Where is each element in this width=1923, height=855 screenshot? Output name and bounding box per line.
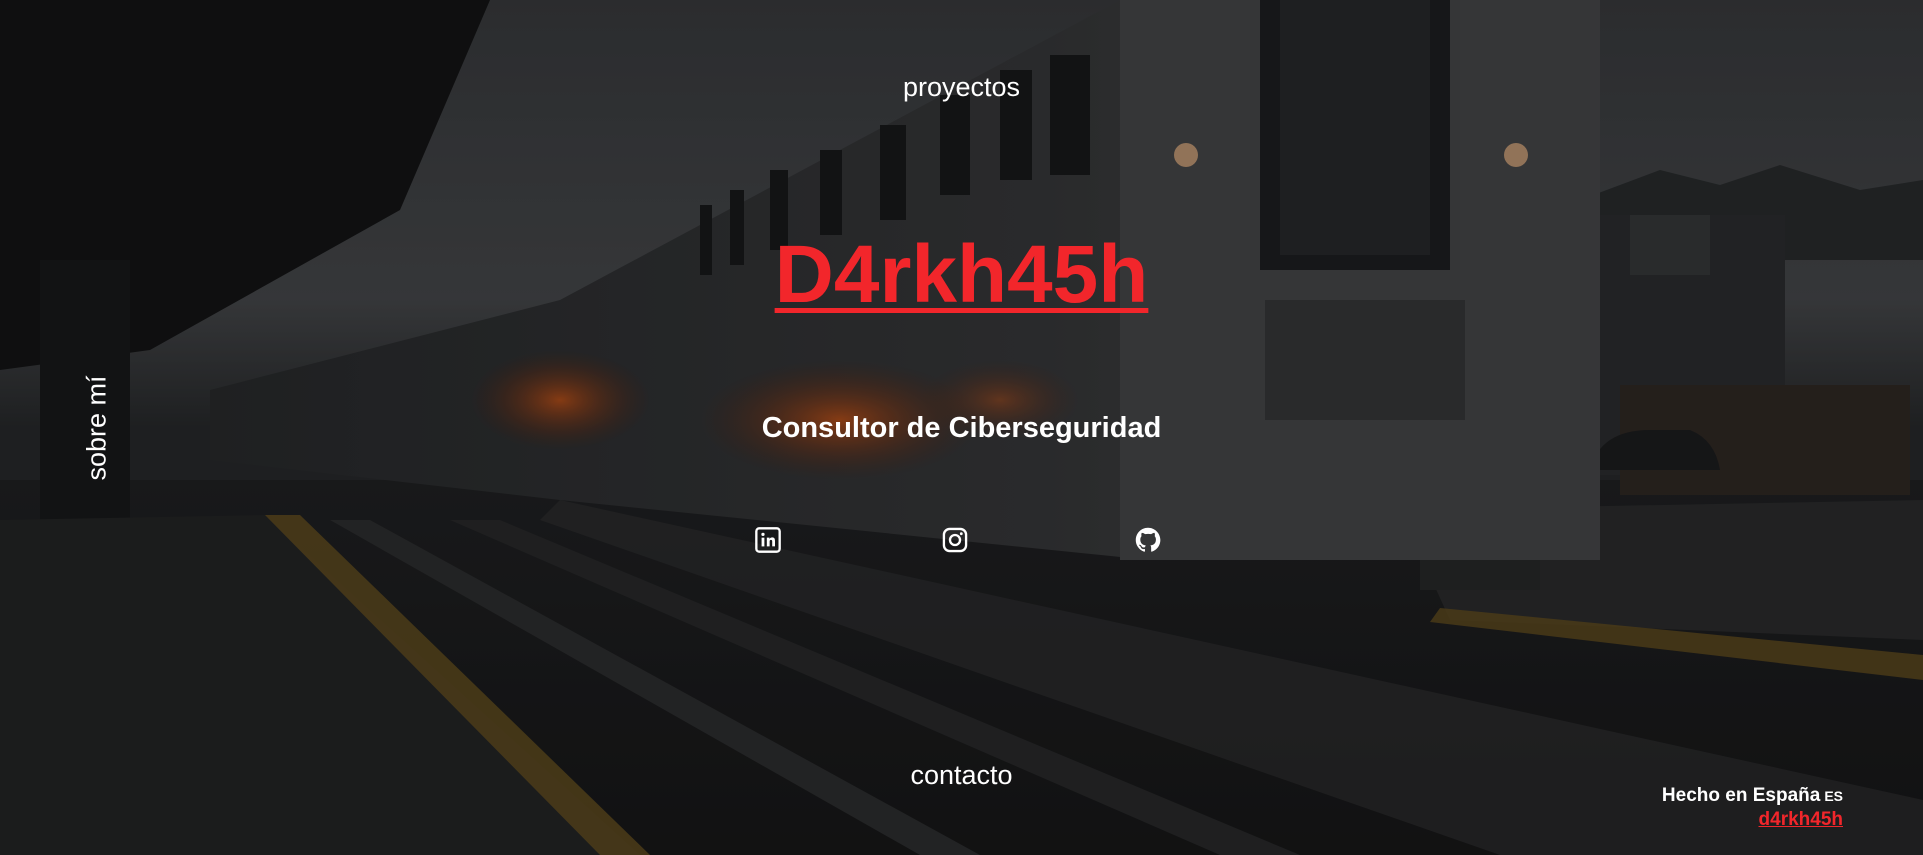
- linkedin-icon: [755, 527, 781, 553]
- linkedin-link[interactable]: [754, 526, 782, 554]
- footer-credit-link[interactable]: d4rkh45h: [1662, 808, 1843, 831]
- footer-made-in-text: Hecho en España: [1661, 785, 1821, 806]
- footer: Hecho en España ES d4rkh45h: [1662, 784, 1843, 831]
- footer-made-in: Hecho en España ES: [1662, 784, 1843, 808]
- spain-flag-icon: ES: [1824, 788, 1843, 804]
- nav-link-proyectos[interactable]: proyectos: [0, 72, 1923, 103]
- nav-link-contacto[interactable]: contacto: [0, 760, 1923, 791]
- brand-title-link[interactable]: D4rkh45h: [0, 228, 1923, 322]
- github-link[interactable]: [1134, 526, 1162, 554]
- hero-subtitle: Consultor de Ciberseguridad: [761, 412, 1162, 444]
- instagram-link[interactable]: [941, 526, 969, 554]
- instagram-icon: [942, 527, 968, 553]
- github-icon: [1135, 527, 1161, 552]
